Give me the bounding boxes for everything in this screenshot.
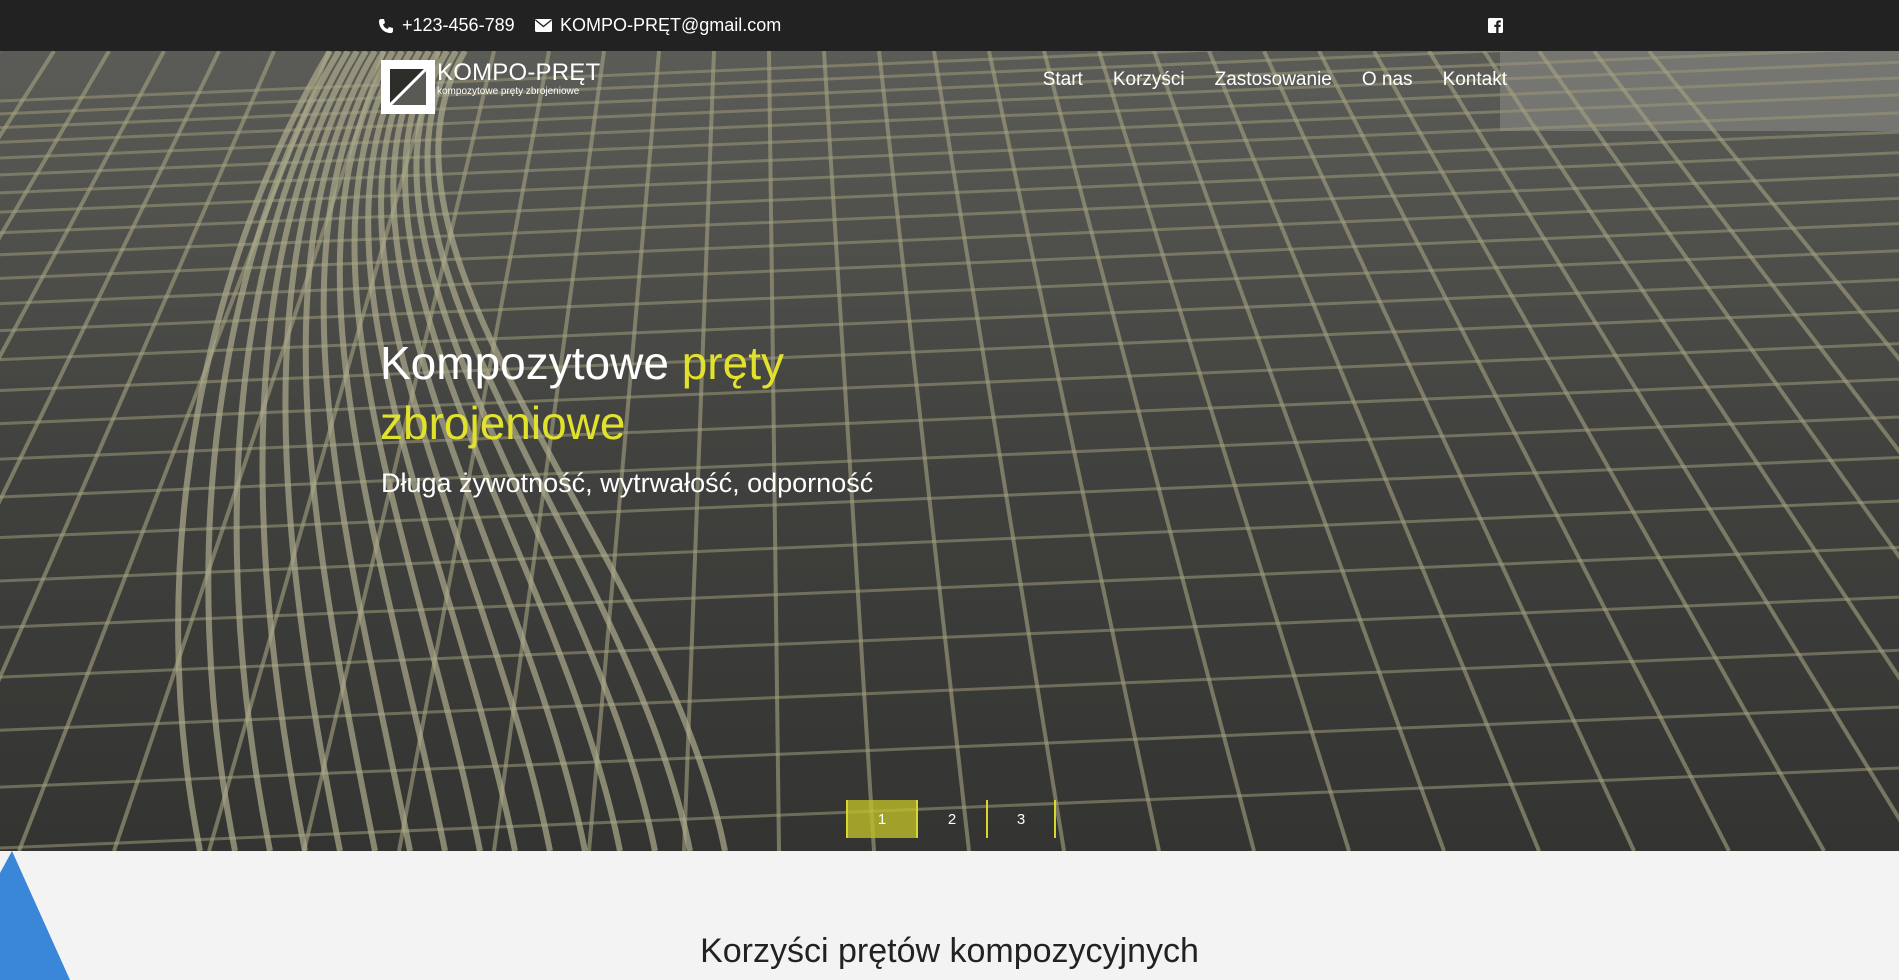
logo-tagline: kompozytowe pręty zbrojeniowe	[437, 86, 580, 97]
main-nav: Start Korzyści Zastosowanie O nas Kontak…	[1013, 67, 1507, 93]
hero-headline: Kompozytowe pręty zbrojeniowe	[380, 333, 980, 453]
email-text: KOMPO-PRĘT@gmail.com	[560, 15, 782, 35]
logo[interactable]: KOMPO-PRĘT kompozytowe pręty zbrojeniowe	[381, 60, 600, 114]
top-bar: +123-456-789 KOMPO-PRĘT@gmail.com	[0, 0, 1899, 51]
phone-text: +123-456-789	[402, 15, 515, 35]
hero-subheadline: Długa żywotność, wytrwałość, odporność	[381, 468, 874, 498]
benefits-section: Korzyści prętów kompozycyjnych	[0, 851, 1899, 980]
logo-name: KOMPO-PRĘT	[437, 59, 601, 86]
headline-plain: Kompozytowe	[380, 337, 682, 389]
facebook-icon[interactable]	[1488, 18, 1503, 33]
slider-pagination: 1 2 3	[846, 800, 1056, 838]
slide-button-3[interactable]: 3	[986, 800, 1056, 838]
slide-button-1[interactable]: 1	[846, 800, 916, 838]
email-contact[interactable]: KOMPO-PRĘT@gmail.com	[535, 0, 781, 51]
logo-mark-icon	[381, 60, 435, 114]
section-title: Korzyści prętów kompozycyjnych	[700, 932, 1199, 970]
phone-icon	[379, 18, 393, 33]
nav-kontakt[interactable]: Kontakt	[1443, 67, 1507, 93]
nav-o-nas[interactable]: O nas	[1362, 67, 1413, 93]
slide-button-2[interactable]: 2	[916, 800, 986, 838]
nav-zastosowanie[interactable]: Zastosowanie	[1215, 67, 1332, 93]
nav-korzysci[interactable]: Korzyści	[1113, 67, 1185, 93]
nav-start[interactable]: Start	[1043, 67, 1083, 93]
phone-contact[interactable]: +123-456-789	[378, 0, 515, 51]
envelope-icon	[535, 19, 552, 32]
